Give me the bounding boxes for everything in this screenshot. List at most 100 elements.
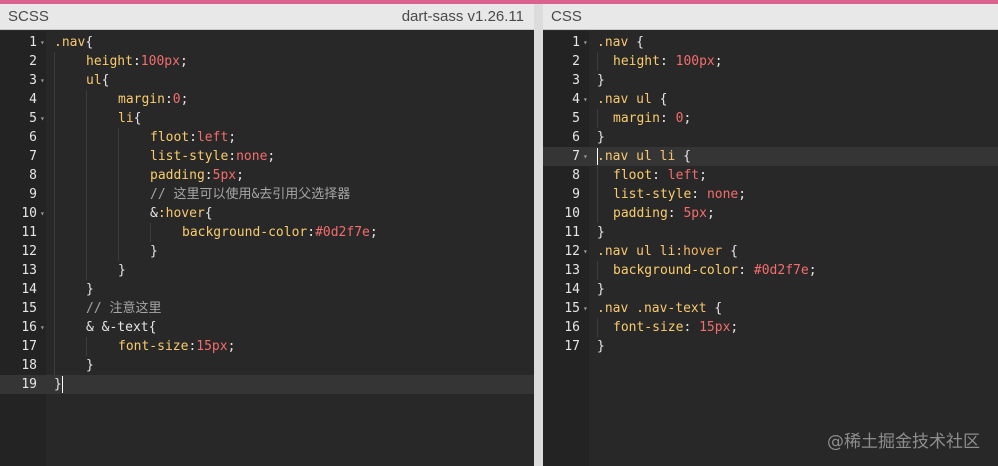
code-token: : — [189, 130, 197, 145]
indent-guide — [54, 166, 55, 185]
code-token: : — [228, 149, 237, 164]
code-line[interactable]: 16 font-size: 15px; — [543, 318, 998, 337]
code-line[interactable]: 3} — [543, 71, 998, 90]
fold-arrow-icon[interactable]: ▾ — [583, 90, 588, 109]
code-token: ; — [730, 320, 739, 335]
code-text: margin:0; — [118, 90, 188, 109]
fold-arrow-icon[interactable]: ▾ — [583, 33, 588, 52]
code-token: : — [683, 320, 700, 335]
code-line[interactable]: 11} — [543, 223, 998, 242]
code-line[interactable]: 5 margin: 0; — [543, 109, 998, 128]
css-output-pane[interactable]: CSS 1 ▾ .nav {2 height: 100px; 3} 4 ▾ .nav ul {… — [543, 4, 998, 466]
code-line[interactable]: 6 floot:left; — [0, 128, 534, 147]
code-token: .nav — [597, 35, 629, 50]
code-token: ; — [369, 225, 378, 240]
code-line[interactable]: 8 floot: left; — [543, 166, 998, 185]
line-number: 12 — [21, 244, 37, 259]
code-line[interactable]: 4 margin:0; — [0, 90, 534, 109]
code-line[interactable]: 18} — [0, 356, 534, 375]
code-line[interactable]: 15 // 注意这里 — [0, 299, 534, 318]
css-code-area[interactable]: 1 ▾ .nav {2 height: 100px; 3} 4 ▾ .nav ul {5 mar… — [543, 33, 998, 356]
code-text: padding:5px; — [150, 166, 244, 185]
code-line[interactable]: 10 padding: 5px; — [543, 204, 998, 223]
line-number: 11 — [564, 225, 580, 240]
code-line[interactable]: 10 ▾ &:hover{ — [0, 204, 534, 223]
code-text: &:hover{ — [150, 204, 213, 223]
line-number: 11 — [21, 225, 37, 240]
indent-guide — [54, 242, 55, 261]
code-line[interactable]: 12} — [0, 242, 534, 261]
code-line[interactable]: 6} — [543, 128, 998, 147]
code-line[interactable]: 8 padding:5px; — [0, 166, 534, 185]
scss-code-area[interactable]: 1 ▾ .nav{2 height:100px; 3 ▾ ul{4 margin:0; 5 ▾ li… — [0, 33, 534, 394]
code-token: :hover — [675, 244, 723, 259]
code-line[interactable]: 1 ▾ .nav{ — [0, 33, 534, 52]
fold-arrow-icon[interactable]: ▾ — [40, 33, 45, 52]
code-token: .nav ul li — [597, 149, 676, 164]
code-line[interactable]: 15 ▾ .nav .nav-text { — [543, 299, 998, 318]
code-token: ; — [714, 54, 723, 69]
fold-arrow-icon[interactable]: ▾ — [583, 242, 588, 261]
code-line[interactable]: 13 background-color: #0d2f7e; — [543, 261, 998, 280]
code-line[interactable]: 2 height: 100px; — [543, 52, 998, 71]
compiler-version-label[interactable]: dart-sass v1.26.11 — [402, 8, 524, 25]
code-line[interactable]: 2 height:100px; — [0, 52, 534, 71]
fold-arrow-icon[interactable]: ▾ — [40, 71, 45, 90]
code-token: { — [133, 111, 142, 126]
code-line[interactable]: 4 ▾ .nav ul { — [543, 90, 998, 109]
code-line[interactable]: 5 ▾ li{ — [0, 109, 534, 128]
fold-arrow-icon[interactable]: ▾ — [40, 109, 45, 128]
code-token: & — [150, 206, 158, 221]
code-text: background-color:#0d2f7e; — [182, 223, 378, 242]
code-line[interactable]: 7 list-style:none; — [0, 147, 534, 166]
indent-guide — [118, 128, 119, 147]
code-text: .nav ul li { — [597, 147, 691, 166]
line-number: 7 — [572, 149, 580, 164]
code-line[interactable]: 11 background-color:#0d2f7e; — [0, 223, 534, 242]
code-text: list-style:none; — [150, 147, 275, 166]
fold-arrow-icon[interactable]: ▾ — [40, 204, 45, 223]
code-line[interactable]: 19} — [0, 375, 534, 394]
code-token: font-size — [613, 320, 684, 335]
code-line[interactable]: 16 ▾ & &-text{ — [0, 318, 534, 337]
pane-splitter[interactable] — [534, 4, 543, 466]
code-line[interactable]: 7 ▾ .nav ul li { — [543, 147, 998, 166]
code-token: { — [204, 206, 213, 221]
code-token: .nav ul — [597, 92, 652, 107]
indent-guide — [86, 223, 87, 242]
code-token: } — [150, 244, 158, 259]
code-token: : — [659, 54, 676, 69]
code-line[interactable]: 9 // 这里可以使用&去引用父选择器 — [0, 185, 534, 204]
fold-arrow-icon[interactable]: ▾ — [583, 147, 588, 166]
line-number: 5 — [572, 111, 580, 126]
code-token: { — [675, 149, 691, 164]
line-number: 10 — [564, 206, 580, 221]
code-token: :hover — [157, 206, 205, 221]
line-number: 6 — [29, 130, 37, 145]
code-text: } — [86, 356, 94, 375]
code-token: list-style — [613, 187, 692, 202]
text-cursor — [62, 376, 63, 393]
code-line[interactable]: 3 ▾ ul{ — [0, 71, 534, 90]
code-token: 15px — [196, 339, 228, 354]
code-line[interactable]: 14} — [543, 280, 998, 299]
line-number: 13 — [21, 263, 37, 278]
code-line[interactable]: 12 ▾ .nav ul li:hover { — [543, 242, 998, 261]
code-line[interactable]: 14} — [0, 280, 534, 299]
fold-arrow-icon[interactable]: ▾ — [583, 299, 588, 318]
code-text: } — [597, 337, 605, 356]
code-line[interactable]: 9 list-style: none; — [543, 185, 998, 204]
code-token: 0 — [172, 92, 181, 107]
code-token: .nav .nav-text — [597, 301, 707, 316]
code-line[interactable]: 1 ▾ .nav { — [543, 33, 998, 52]
line-number: 19 — [21, 377, 37, 392]
indent-guide — [54, 261, 55, 280]
code-line[interactable]: 13} — [0, 261, 534, 280]
code-token: { — [628, 35, 644, 50]
code-token: #0d2f7e — [753, 263, 809, 278]
line-number: 6 — [572, 130, 580, 145]
code-line[interactable]: 17} — [543, 337, 998, 356]
fold-arrow-icon[interactable]: ▾ — [40, 318, 45, 337]
code-line[interactable]: 17 font-size:15px; — [0, 337, 534, 356]
scss-editor-pane[interactable]: SCSS dart-sass v1.26.11 1 ▾ .nav{2 height:1… — [0, 4, 534, 466]
